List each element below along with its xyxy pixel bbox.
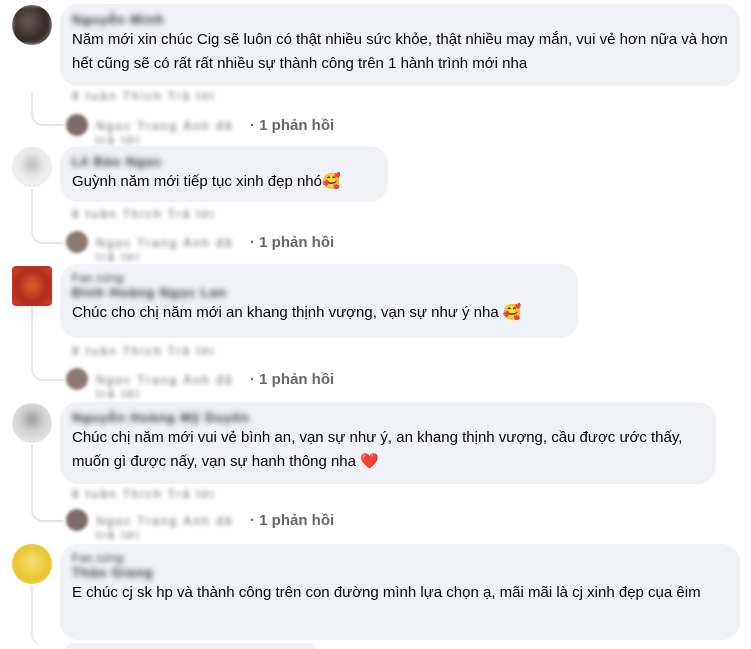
avatar[interactable] — [12, 266, 52, 306]
reply-author-names: Ngọc Trang Ánh đã trả lời — [96, 236, 234, 264]
reply-preview: Ngọc Trang Ánh đã trả lời — [66, 114, 246, 147]
reply-avatar — [66, 509, 88, 531]
view-replies[interactable]: Ngọc Trang Ánh đã trả lời · 1 phản hồi — [66, 113, 334, 147]
view-replies[interactable]: Ngọc Trang Ánh đã trả lời · 1 phản hồi — [66, 230, 334, 264]
reply-preview: Ngọc Trang Ánh đã trả lời — [66, 231, 246, 264]
reply-preview: Ngọc Trang Ánh đã trả lời — [66, 368, 246, 401]
next-bubble-edge — [66, 643, 316, 649]
reply-count[interactable]: · 1 phản hồi — [250, 117, 334, 134]
avatar[interactable] — [12, 544, 52, 584]
comment-author-badge: Fan cứng — [72, 551, 124, 565]
thread-line — [31, 444, 63, 522]
red-heart-icon: ❤️ — [360, 453, 379, 470]
view-replies[interactable]: Ngọc Trang Ánh đã trả lời · 1 phản hồi — [66, 367, 334, 401]
comment-author[interactable]: Lê Bảo Ngọc — [72, 154, 376, 170]
avatar[interactable] — [12, 147, 52, 187]
comment-bubble: Nguyễn Hoàng Mỹ Duyên Chúc chị năm mới v… — [60, 402, 716, 484]
comment-bubble: Fan cứng Đinh Hoàng Ngọc Lan Chúc cho ch… — [60, 264, 578, 338]
comment-text: E chúc cj sk hp và thành công trên con đ… — [72, 584, 701, 601]
reply-author-names: Ngọc Trang Ánh đã trả lời — [96, 119, 234, 147]
comment-bubble: Lê Bảo Ngọc Guỳnh năm mới tiếp tục xinh … — [60, 146, 388, 202]
reply-avatar — [66, 114, 88, 136]
avatar[interactable] — [12, 403, 52, 443]
comment-author[interactable]: Nguyễn Minh — [72, 12, 728, 28]
comment-bubble: Nguyễn Minh Năm mới xin chúc Cig sẽ luôn… — [60, 4, 740, 86]
comment-author[interactable]: Nguyễn Hoàng Mỹ Duyên — [72, 410, 704, 426]
comment-actions[interactable]: 8 tuần Thích Trả lời — [72, 89, 216, 103]
comment-text-body: Chúc cho chị năm mới an khang thịnh vượn… — [72, 304, 499, 321]
view-replies[interactable]: Ngọc Trang Ánh đã trả lời · 1 phản hồi — [66, 508, 334, 542]
reply-author-names: Ngọc Trang Ánh đã trả lời — [96, 373, 234, 401]
thread-line — [31, 189, 63, 244]
avatar[interactable] — [12, 5, 52, 45]
reply-preview: Ngọc Trang Ánh đã trả lời — [66, 509, 246, 542]
thread-line — [31, 306, 63, 381]
comment-actions[interactable]: 8 tuần Thích Trả lời — [72, 487, 216, 501]
reply-avatar — [66, 368, 88, 390]
comment-bubble: Fan cứng Thảo Giang E chúc cj sk hp và t… — [60, 544, 740, 640]
smiling-face-with-hearts-icon: 🥰 — [502, 304, 522, 321]
thread-line — [31, 92, 63, 126]
comment-author-badge: Fan cứng — [72, 271, 124, 285]
comment-actions[interactable]: 8 tuần Thích Trả lời — [72, 344, 216, 358]
reply-count[interactable]: · 1 phản hồi — [250, 512, 334, 529]
smiling-face-with-hearts-icon: 🥰 — [321, 173, 341, 190]
comment-text: Năm mới xin chúc Cig sẽ luôn có thật nhi… — [72, 31, 728, 72]
reply-count[interactable]: · 1 phản hồi — [250, 371, 334, 388]
comment-author[interactable]: Thảo Giang — [72, 565, 728, 581]
comment-text-body: Guỳnh năm mới tiếp tục xinh đẹp nhó — [72, 173, 322, 190]
thread-line — [31, 586, 63, 646]
reply-avatar — [66, 231, 88, 253]
comment-text: Chúc cho chị năm mới an khang thịnh vượn… — [72, 301, 566, 325]
reply-count[interactable]: · 1 phản hồi — [250, 234, 334, 251]
reply-author-names: Ngọc Trang Ánh đã trả lời — [96, 514, 234, 542]
comment-text: Guỳnh năm mới tiếp tục xinh đẹp nhó🥰 — [72, 170, 376, 194]
comment-text: Chúc chị năm mới vui vẻ bình an, vạn sự … — [72, 426, 704, 474]
comment-author[interactable]: Đinh Hoàng Ngọc Lan — [72, 285, 566, 301]
comment-actions[interactable]: 8 tuần Thích Trả lời — [72, 207, 216, 221]
